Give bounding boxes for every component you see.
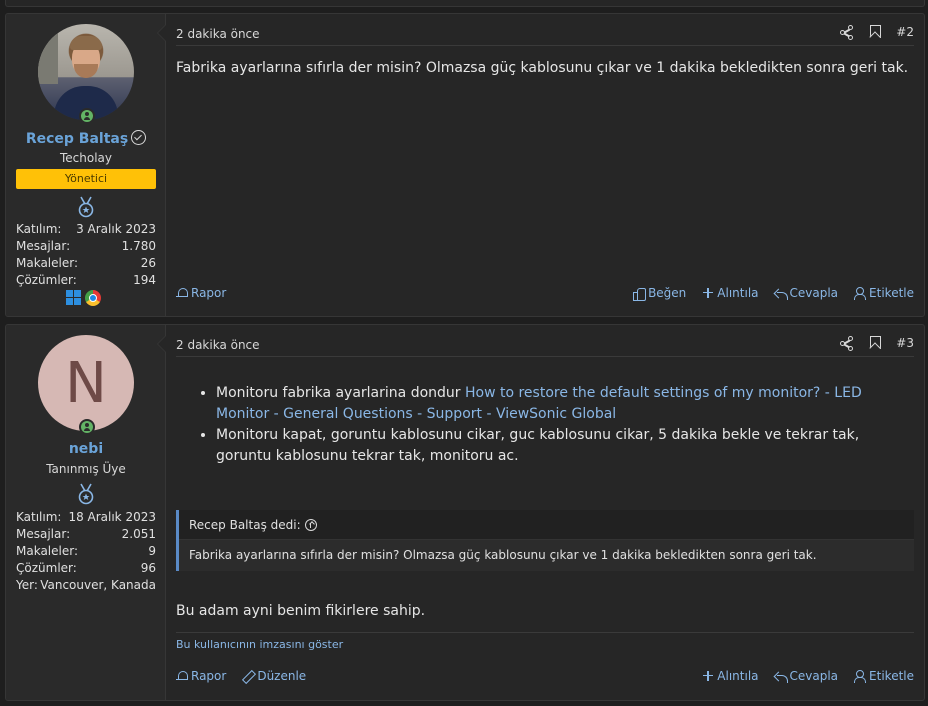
quote-button[interactable]: Alıntıla — [702, 669, 759, 683]
quote-text: Fabrika ayarlarına sıfırla der misin? Ol… — [189, 548, 817, 562]
bell-icon — [176, 670, 188, 683]
previous-post-edge — [5, 0, 925, 7]
stat-row: Katılım: 18 Aralık 2023 — [16, 510, 156, 524]
like-button[interactable]: Beğen — [633, 286, 686, 301]
post-header: 2 dakika önce #2 — [176, 24, 914, 46]
reply-button[interactable]: Cevapla — [775, 669, 838, 683]
post-time[interactable]: 2 dakika önce — [176, 338, 260, 352]
plus-icon — [702, 287, 714, 300]
reply-icon — [775, 287, 788, 300]
user-tag-icon — [854, 286, 867, 300]
edit-button[interactable]: Düzenle — [242, 669, 306, 683]
stat-row: Katılım: 3 Aralık 2023 — [16, 222, 156, 236]
share-icon[interactable] — [840, 336, 854, 351]
post-main: 2 dakika önce #3 Monitoru fabrika ayarla… — [176, 325, 914, 700]
username[interactable]: Recep Baltaş — [6, 130, 166, 147]
signature-divider — [176, 632, 914, 633]
user-cell-arrow — [157, 24, 166, 42]
user-tag-icon — [854, 669, 867, 683]
stat-row: Yer: Vancouver, Kanada — [16, 578, 156, 592]
post-footer: Rapor Beğen Alıntıla Cevapla Etiketle — [176, 286, 914, 304]
share-icon[interactable] — [840, 25, 854, 40]
post-time[interactable]: 2 dakika önce — [176, 27, 260, 41]
quote-block: Recep Baltaş dedi: Fabrika ayarlarına sı… — [176, 510, 914, 571]
user-stats: Katılım: 18 Aralık 2023 Mesajlar: 2.051 Ma… — [16, 509, 156, 594]
windows-icon — [66, 290, 81, 305]
stat-row: Mesajlar: 1.780 — [16, 239, 156, 253]
post-main: 2 dakika önce #2 Fabrika ayarlarına sıfı… — [176, 14, 914, 316]
avatar[interactable] — [38, 24, 134, 120]
post-number[interactable]: #2 — [896, 25, 914, 39]
report-button[interactable]: Rapor — [176, 669, 226, 683]
bookmark-icon[interactable] — [868, 336, 882, 350]
list-item: Monitoru kapat, goruntu kablosunu cikar,… — [216, 425, 914, 467]
reply-button[interactable]: Cevapla — [775, 286, 838, 300]
quote-header[interactable]: Recep Baltaş dedi: — [179, 510, 914, 540]
online-status-icon — [79, 108, 95, 124]
stat-row: Çözümler: 96 — [16, 561, 156, 575]
user-stats: Katılım: 3 Aralık 2023 Mesajlar: 1.780 Mak… — [16, 221, 156, 289]
stat-row: Çözümler: 194 — [16, 273, 156, 287]
stat-row: Mesajlar: 2.051 — [16, 527, 156, 541]
thumbs-up-icon — [633, 287, 647, 301]
user-title: Techolay — [59, 151, 112, 165]
reply-icon — [775, 670, 788, 683]
list-item: Monitoru fabrika ayarlarina dondur How t… — [216, 383, 914, 425]
tag-button[interactable]: Etiketle — [854, 286, 914, 300]
bell-icon — [176, 287, 188, 300]
verified-icon — [131, 130, 147, 145]
post-footer: Rapor Düzenle Alıntıla Cevapla Etiketle — [176, 669, 914, 687]
medal-icon[interactable] — [76, 483, 96, 505]
chrome-icon — [85, 290, 101, 306]
quote-button[interactable]: Alıntıla — [702, 286, 759, 300]
post-2: Recep Baltaş Techolay Yönetici Katılım: 3… — [5, 13, 925, 317]
post-3: N nebi Tanınmış Üye Katılım: 18 Aralık 20… — [5, 324, 925, 701]
stat-row: Makaleler: 26 — [16, 256, 156, 270]
post-header: 2 dakika önce #3 — [176, 335, 914, 357]
plus-icon — [702, 670, 714, 683]
post-message: Fabrika ayarlarına sıfırla der misin? Ol… — [176, 60, 909, 76]
tag-button[interactable]: Etiketle — [854, 669, 914, 683]
medal-icon[interactable] — [76, 196, 96, 218]
user-cell: N nebi Tanınmış Üye Katılım: 18 Aralık 20… — [6, 325, 166, 700]
device-icons — [66, 290, 106, 306]
user-cell: Recep Baltaş Techolay Yönetici Katılım: 3… — [6, 14, 166, 316]
online-status-icon — [79, 419, 95, 435]
bookmark-icon[interactable] — [868, 25, 882, 39]
report-button[interactable]: Rapor — [176, 286, 226, 300]
post-list: Monitoru fabrika ayarlarina dondur How t… — [176, 383, 914, 467]
user-title: Tanınmış Üye — [46, 462, 126, 476]
username[interactable]: nebi — [6, 441, 166, 457]
post-message: Bu adam ayni benim fikirlere sahip. — [176, 603, 426, 619]
role-badge: Yönetici — [16, 169, 156, 189]
post-number[interactable]: #3 — [896, 336, 914, 350]
arrow-up-circle-icon[interactable] — [304, 519, 317, 531]
avatar[interactable]: N — [38, 335, 134, 431]
pencil-icon — [242, 670, 254, 683]
stat-row: Makaleler: 9 — [16, 544, 156, 558]
user-cell-arrow — [157, 335, 166, 353]
show-signature-link[interactable]: Bu kullanıcının imzasını göster — [176, 638, 343, 651]
